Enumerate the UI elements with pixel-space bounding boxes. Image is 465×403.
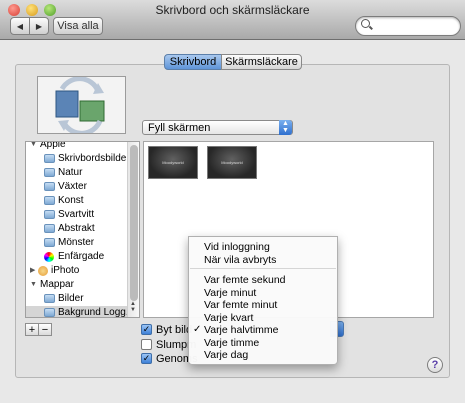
sidebar-item-iphoto[interactable]: ▶ iPhoto	[26, 264, 127, 278]
disclosure-closed-icon: ▶	[30, 267, 36, 274]
sidebar-item-abstract[interactable]: Abstrakt	[26, 222, 127, 236]
sidebar-item-pictures[interactable]: Bilder	[26, 292, 127, 306]
sidebar-item-plants[interactable]: Växter	[26, 180, 127, 194]
menu-item-every-5-seconds[interactable]: Var femte sekund	[204, 274, 286, 286]
sidebar-item-nature[interactable]: Natur	[26, 166, 127, 180]
color-wheel-icon	[44, 252, 54, 262]
disclosure-open-icon: ▼	[30, 281, 37, 288]
folder-icon	[44, 168, 55, 177]
menu-item-every-day[interactable]: Varje dag	[204, 349, 248, 361]
forward-arrow-icon: ▶	[35, 21, 43, 31]
back-button[interactable]: ◀	[10, 17, 30, 35]
translucent-menubar-checkbox[interactable]: ✓	[141, 353, 152, 364]
window-title: Skrivbord och skärmsläckare	[155, 3, 310, 17]
menu-item-at-login[interactable]: Vid inloggning	[204, 241, 270, 253]
sidebar-item-art[interactable]: Konst	[26, 194, 127, 208]
menu-item-every-hour[interactable]: Varje timme	[204, 337, 259, 349]
folder-icon	[44, 196, 55, 205]
folder-icon	[44, 154, 55, 163]
folder-icon	[44, 182, 55, 191]
remove-folder-button[interactable]: −	[38, 323, 52, 336]
fit-mode-value: Fyll skärmen	[148, 122, 211, 134]
desktop-preview	[37, 76, 126, 136]
rotating-picture-icon	[55, 76, 105, 136]
random-order-checkbox[interactable]	[141, 339, 152, 350]
folder-icon	[44, 224, 55, 233]
interval-menu[interactable]: Vid inloggning När vila avbryts Var femt…	[188, 236, 338, 365]
iphoto-icon	[38, 266, 48, 276]
wallpaper-thumbnail[interactable]: Moodyworld	[207, 146, 257, 179]
scrollbar-thumb[interactable]	[130, 145, 138, 301]
folder-icon	[44, 308, 55, 317]
menu-item-every-15-minutes[interactable]: Varje kvart	[204, 312, 253, 324]
add-folder-button[interactable]: +	[25, 323, 39, 336]
up-down-arrows-icon: ▲ ▼	[279, 120, 292, 135]
sidebar-item-solid-colors[interactable]: Enfärgade	[26, 250, 127, 264]
sidebar-item-background-logg[interactable]: Bakgrund Logg...	[26, 306, 134, 317]
wallpaper-thumbnail[interactable]: Moodyworld	[148, 146, 198, 179]
search-field[interactable]	[355, 16, 461, 36]
show-all-button[interactable]: Visa alla	[53, 17, 103, 35]
sidebar-item-black-white[interactable]: Svartvitt	[26, 208, 127, 222]
sidebar-item-desktop-pictures[interactable]: Skrivbordsbilder	[26, 152, 130, 166]
folder-icon	[44, 210, 55, 219]
sidebar-item-folders[interactable]: ▼ Mappar	[26, 278, 127, 292]
sidebar-item-apple[interactable]: ▼ Apple	[26, 141, 127, 152]
title-bar: Skrivbord och skärmsläckare ◀ ▶ Visa all…	[0, 0, 465, 40]
folder-icon	[44, 294, 55, 303]
tab-screen-saver[interactable]: Skärmsläckare	[221, 54, 302, 70]
menu-item-wake-from-sleep[interactable]: När vila avbryts	[204, 254, 276, 266]
menu-item-every-30-minutes[interactable]: Varje halvtimme	[204, 324, 279, 336]
scroll-arrows-icon[interactable]: ▲ ▼	[130, 301, 136, 313]
change-picture-checkbox[interactable]: ✓	[141, 324, 152, 335]
menu-item-every-minute[interactable]: Varje minut	[204, 287, 256, 299]
forward-button[interactable]: ▶	[29, 17, 49, 35]
disclosure-open-icon: ▼	[30, 141, 37, 148]
search-icon	[361, 19, 370, 28]
change-picture-label: Byt bild	[156, 324, 193, 336]
image-source-list[interactable]: ▼ Apple Skrivbordsbilder Natur Växter Kon…	[25, 141, 140, 318]
sidebar-item-patterns[interactable]: Mönster	[26, 236, 127, 250]
folder-icon	[44, 238, 55, 247]
menu-item-every-5-minutes[interactable]: Var femte minut	[204, 299, 277, 311]
checkmark-icon: ✓	[193, 324, 202, 335]
sidebar-scrollbar[interactable]: ▲ ▼	[127, 142, 139, 317]
tab-desktop[interactable]: Skrivbord	[164, 54, 222, 70]
fit-mode-popup[interactable]: Fyll skärmen ▲ ▼	[142, 120, 293, 135]
back-arrow-icon: ◀	[16, 21, 24, 31]
help-button[interactable]: ?	[427, 357, 443, 373]
menu-separator	[190, 268, 336, 269]
